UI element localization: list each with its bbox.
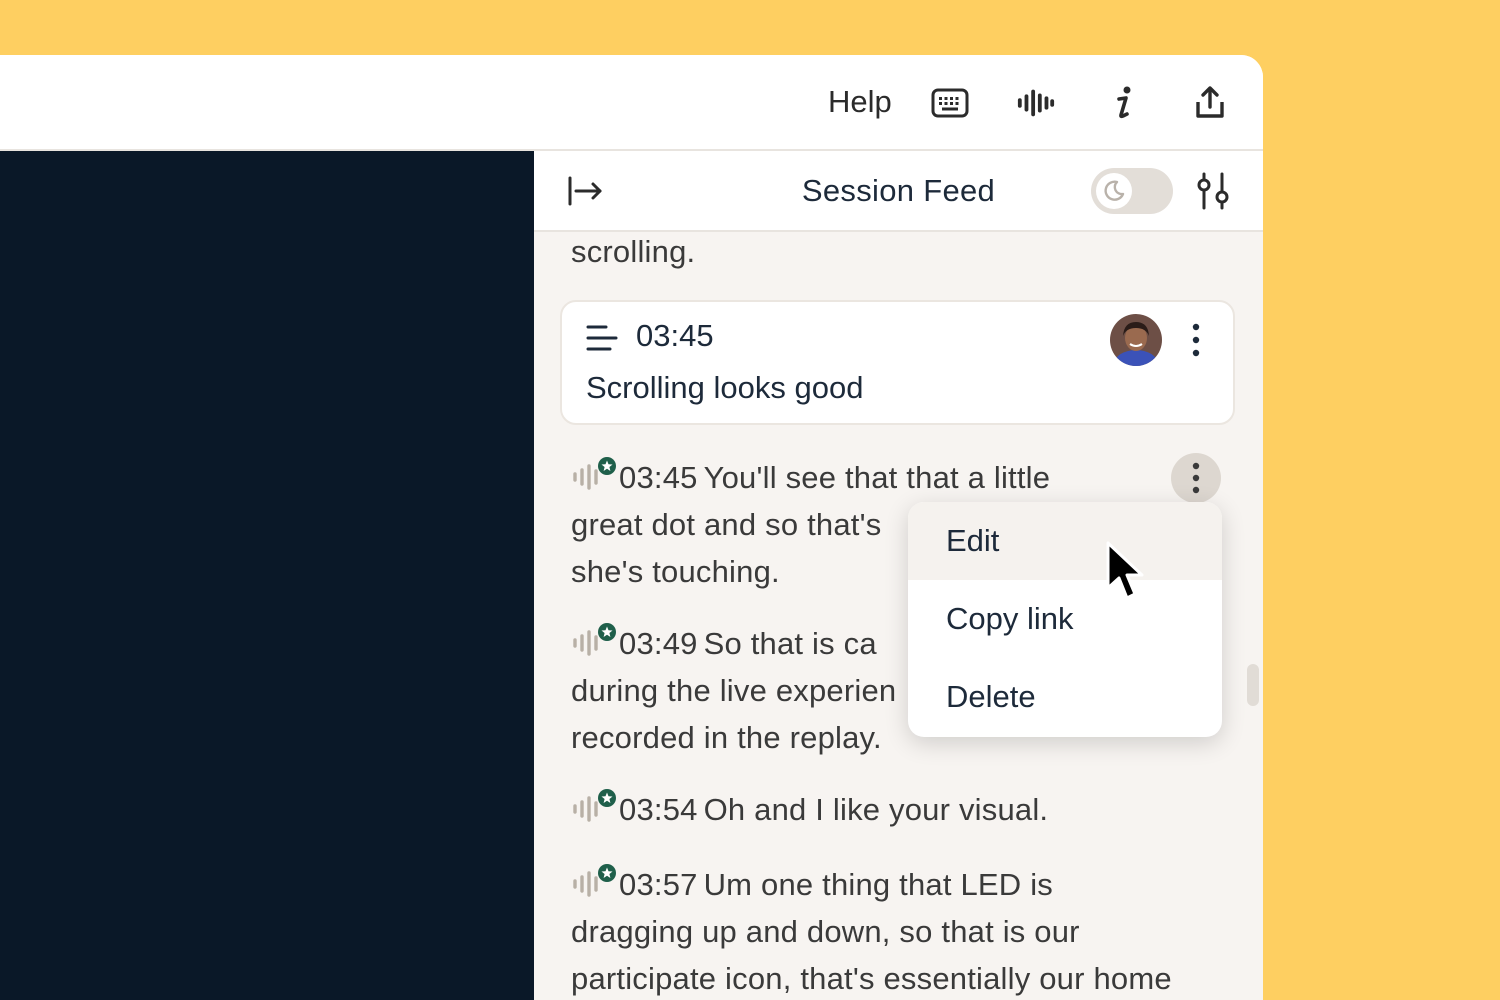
video-player-area[interactable] — [0, 151, 534, 1000]
transcript-entry[interactable]: 03:54 Oh and I like your visual. — [571, 786, 1231, 833]
note-text: Scrolling looks good — [586, 370, 864, 405]
context-menu: Edit Copy link Delete — [908, 502, 1222, 737]
avatar — [1110, 314, 1162, 366]
feed-text-fragment: scrolling. — [571, 234, 696, 269]
menu-item-delete[interactable]: Delete — [908, 658, 1222, 736]
transcript-timestamp[interactable]: 03:45 — [619, 460, 698, 495]
transcript-more-options-icon[interactable] — [1171, 453, 1221, 503]
transcript-entry[interactable]: 03:57 Um one thing that LED is dragging u… — [571, 861, 1231, 1000]
transcript-timestamp[interactable]: 03:54 — [619, 792, 698, 827]
transcript-highlight-icon — [571, 788, 619, 822]
transcript-text: dragging up and down, so that is our — [571, 914, 1080, 949]
transcript-text: great dot and so that's — [571, 507, 882, 542]
transcript-timestamp[interactable]: 03:57 — [619, 867, 698, 902]
menu-item-copy-link[interactable]: Copy link — [908, 580, 1222, 658]
transcript-timestamp[interactable]: 03:49 — [619, 626, 698, 661]
help-link[interactable]: Help — [828, 84, 892, 120]
transcript-text: she's touching. — [571, 554, 780, 589]
transcript-highlight-icon — [571, 622, 619, 656]
transcript-text: You'll see that that a little — [703, 460, 1051, 495]
sliders-icon[interactable] — [1194, 171, 1232, 211]
transcript-highlight-icon — [571, 456, 619, 490]
transcript-text: Oh and I like your visual. — [703, 792, 1049, 827]
moon-icon — [1096, 173, 1132, 209]
keyboard-icon[interactable] — [930, 83, 970, 123]
note-more-options-icon[interactable] — [1186, 320, 1206, 360]
note-icon — [586, 324, 618, 357]
audio-waveform-icon[interactable] — [1016, 83, 1056, 123]
transcript-text: during the live experien — [571, 673, 897, 708]
note-timestamp[interactable]: 03:45 — [636, 318, 714, 354]
top-bar: Help — [0, 55, 1263, 151]
mouse-cursor-icon — [1105, 540, 1147, 609]
menu-item-edit[interactable]: Edit — [908, 502, 1222, 580]
transcript-text: participate icon, that's essentially our… — [571, 961, 1172, 996]
share-icon[interactable] — [1190, 83, 1230, 123]
transcript-text: Um one thing that LED is — [703, 867, 1053, 902]
transcript-text: So that is ca — [703, 626, 877, 661]
feed-scrollbar[interactable] — [1247, 664, 1259, 706]
dark-mode-toggle[interactable] — [1091, 168, 1173, 214]
info-icon[interactable] — [1103, 83, 1143, 123]
transcript-text: recorded in the replay. — [571, 720, 882, 755]
transcript-highlight-icon — [571, 863, 619, 897]
panel-header: Session Feed — [534, 151, 1263, 232]
note-card[interactable]: 03:45 Scrolling looks good — [560, 300, 1235, 425]
